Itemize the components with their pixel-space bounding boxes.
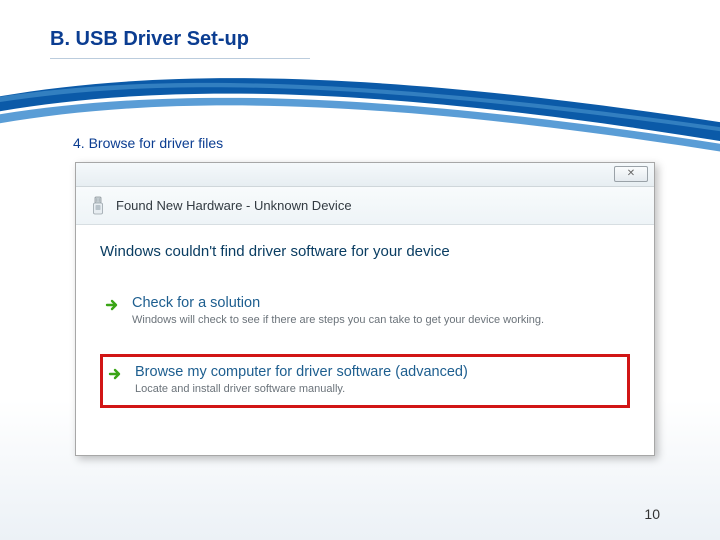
step-instruction: 4. Browse for driver files [73, 135, 223, 151]
option-subtitle: Locate and install driver software manua… [135, 382, 468, 397]
arrow-right-icon [107, 365, 125, 383]
option-title: Browse my computer for driver software (… [135, 363, 468, 381]
dialog-header: Found New Hardware - Unknown Device [76, 187, 654, 225]
option-title: Check for a solution [132, 294, 544, 312]
close-icon: ✕ [627, 168, 635, 179]
dialog-body: Windows couldn't find driver software fo… [76, 225, 654, 408]
page-number: 10 [644, 506, 660, 522]
arrow-right-icon [104, 296, 122, 314]
dialog-header-text: Found New Hardware - Unknown Device [116, 198, 352, 213]
option-browse-computer[interactable]: Browse my computer for driver software (… [100, 354, 630, 408]
dialog-titlebar: ✕ [76, 163, 654, 187]
hardware-icon [90, 195, 106, 217]
dialog-main-message: Windows couldn't find driver software fo… [100, 243, 630, 260]
hardware-wizard-dialog: ✕ Found New Hardware - Unknown Device Wi… [75, 162, 655, 456]
option-check-solution[interactable]: Check for a solution Windows will check … [100, 288, 630, 338]
option-subtitle: Windows will check to see if there are s… [132, 313, 544, 328]
close-button[interactable]: ✕ [614, 166, 648, 182]
title-underline [50, 58, 310, 59]
page-title: B. USB Driver Set-up [50, 28, 249, 51]
